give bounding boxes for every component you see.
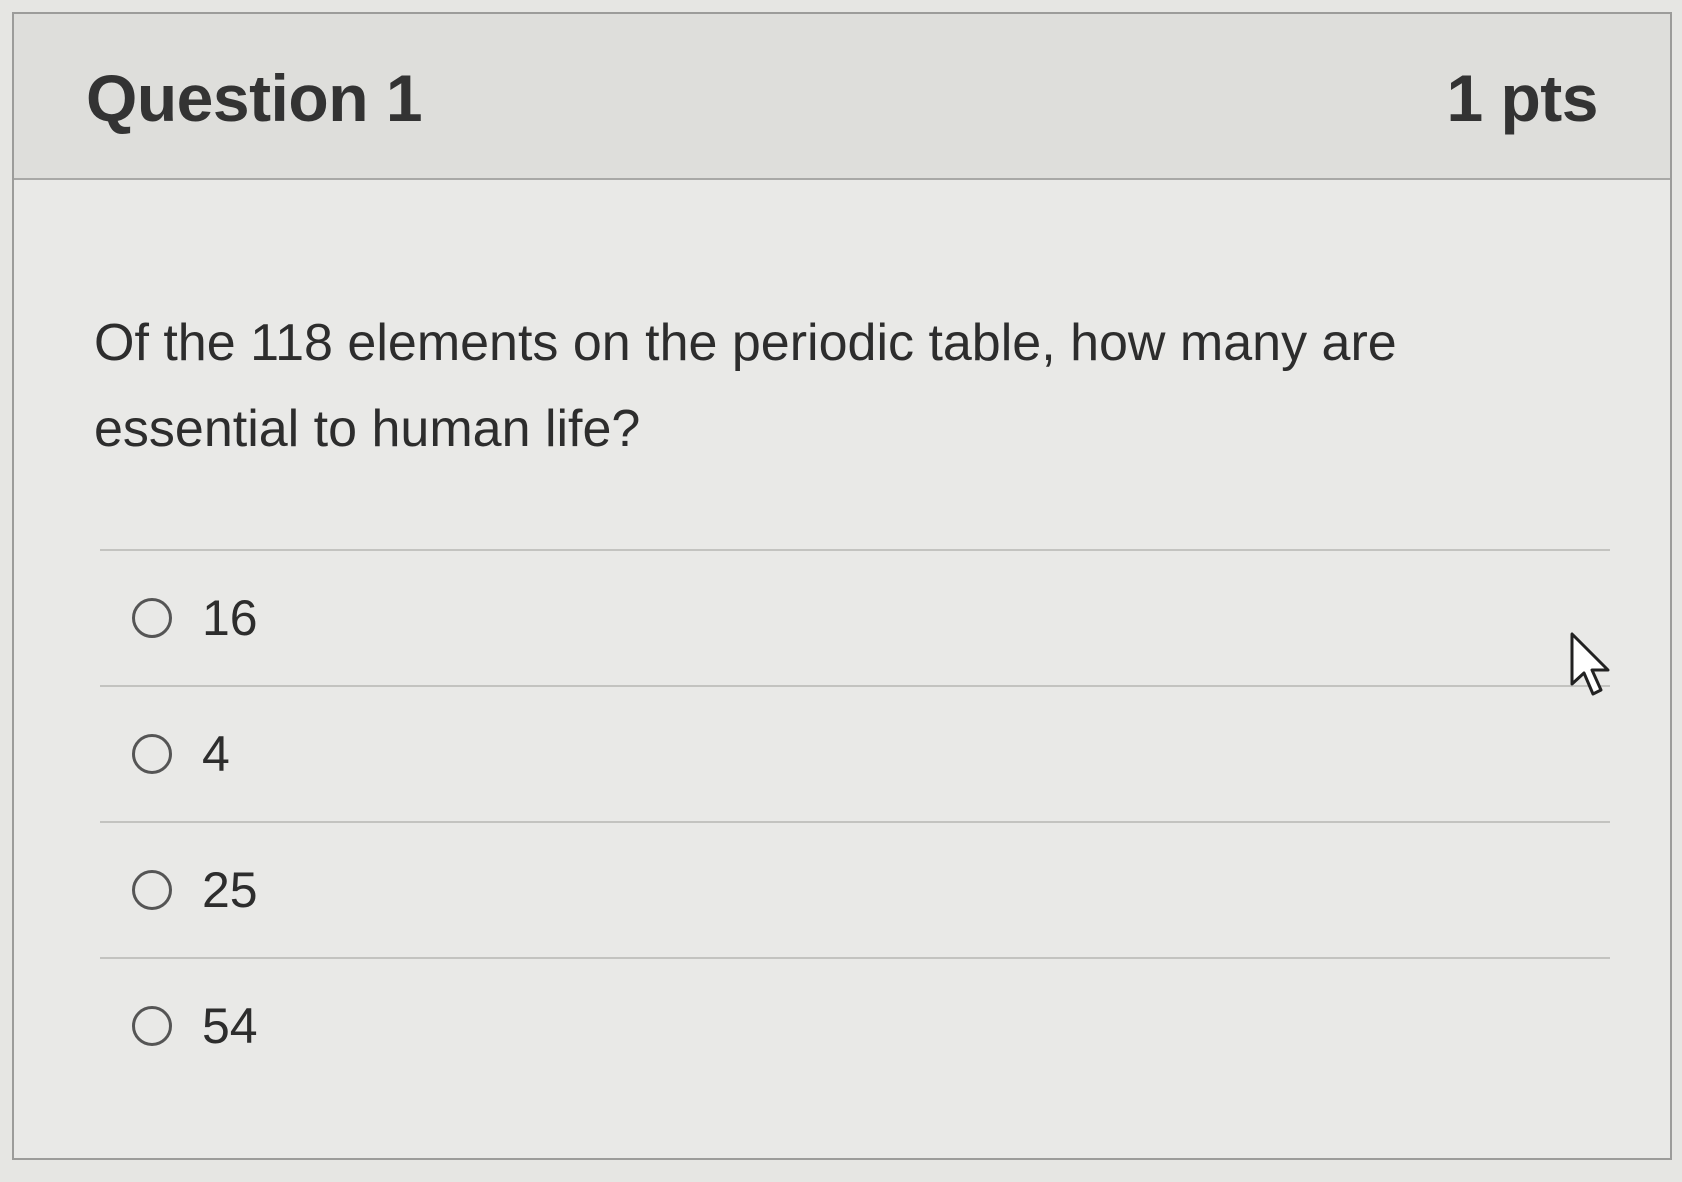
mouse-pointer-icon bbox=[1570, 632, 1610, 696]
radio-unchecked-icon[interactable] bbox=[132, 870, 172, 910]
question-title: Question 1 bbox=[86, 61, 423, 135]
answer-option-54[interactable]: 54 bbox=[100, 959, 1610, 1093]
question-card: Question 1 1 pts Of the 118 elements on … bbox=[12, 12, 1672, 1160]
radio-unchecked-icon[interactable] bbox=[132, 734, 172, 774]
question-points: 1 pts bbox=[1446, 61, 1598, 135]
question-text: Of the 118 elements on the periodic tabl… bbox=[94, 314, 1397, 458]
answer-option-16[interactable]: 16 bbox=[100, 551, 1610, 685]
answer-label: 4 bbox=[202, 726, 230, 782]
radio-unchecked-icon[interactable] bbox=[132, 1006, 172, 1046]
answer-label: 54 bbox=[202, 998, 258, 1054]
answer-label: 25 bbox=[202, 862, 258, 918]
question-header: Question 1 1 pts bbox=[14, 14, 1670, 180]
answer-list: 16 4 25 54 bbox=[100, 549, 1610, 1093]
radio-unchecked-icon[interactable] bbox=[132, 598, 172, 638]
answer-label: 16 bbox=[202, 590, 258, 646]
answer-option-4[interactable]: 4 bbox=[100, 687, 1610, 821]
answer-option-25[interactable]: 25 bbox=[100, 823, 1610, 957]
